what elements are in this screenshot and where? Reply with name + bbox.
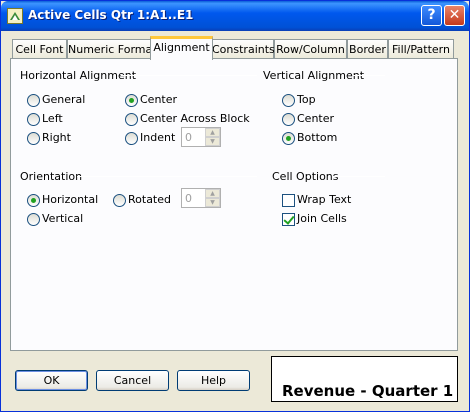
radio-left-label[interactable]: Left [42,112,63,125]
radio-center-label[interactable]: Center [140,93,177,106]
cell-options-label: Cell Options [272,170,339,183]
vertical-alignment-divider [353,75,385,76]
indent-spinner[interactable]: 0 ▲ ▼ [181,127,221,147]
horizontal-alignment-label: Horizontal Alignment [20,69,137,82]
radio-horizontal[interactable] [27,194,40,207]
wrap-text-label[interactable]: Wrap Text [297,193,351,206]
tab-alignment[interactable]: Alignment [150,36,213,60]
preview-text: Revenue - Quarter 1 [282,382,454,400]
orientation-divider [77,176,257,177]
close-button[interactable]: ✕ [444,5,465,26]
tab-border[interactable]: Border [347,39,388,59]
spin-up-icon[interactable]: ▲ [205,128,220,137]
help-titlebar-button[interactable]: ? [421,5,442,26]
radio-indent-label[interactable]: Indent [140,131,175,144]
radio-vertical[interactable] [27,213,40,226]
tab-fill-pattern[interactable]: Fill/Pattern [388,39,454,59]
radio-rotated-label[interactable]: Rotated [128,193,171,206]
dialog-window: Active Cells Qtr 1:A1..E1 ? ✕ Cell Font … [0,0,470,412]
indent-value: 0 [185,131,192,144]
close-icon: ✕ [448,7,461,23]
horizontal-alignment-divider [121,75,257,76]
window-title: Active Cells Qtr 1:A1..E1 [28,8,194,22]
radio-rotated[interactable] [113,194,126,207]
radio-center[interactable] [125,94,138,107]
radio-general-label[interactable]: General [42,93,85,106]
radio-top-label[interactable]: Top [297,93,316,106]
radio-bottom-label[interactable]: Bottom [297,131,337,144]
tab-row-column[interactable]: Row/Column [274,39,347,59]
spin-up-icon[interactable]: ▲ [205,189,220,198]
radio-bottom[interactable] [282,132,295,145]
radio-top[interactable] [282,94,295,107]
radio-vcenter[interactable] [282,113,295,126]
alignment-preview: Revenue - Quarter 1 [271,356,458,402]
radio-center-across-block[interactable] [125,113,138,126]
cell-options-divider [333,176,385,177]
radio-center-across-block-label[interactable]: Center Across Block [140,112,250,125]
radio-vcenter-label[interactable]: Center [297,112,334,125]
radio-right-label[interactable]: Right [42,131,71,144]
question-icon: ? [427,7,436,23]
title-bar[interactable]: Active Cells Qtr 1:A1..E1 ? ✕ [1,1,469,31]
tab-constraints[interactable]: Constraints [211,39,275,59]
join-cells-checkbox[interactable] [282,213,295,226]
rotated-value: 0 [185,192,192,205]
wrap-text-checkbox[interactable] [282,194,295,207]
ok-button[interactable]: OK [15,370,88,391]
spin-down-icon[interactable]: ▼ [205,137,220,146]
spin-down-icon[interactable]: ▼ [205,198,220,207]
radio-right[interactable] [27,132,40,145]
vertical-alignment-label: Vertical Alignment [263,69,365,82]
radio-left[interactable] [27,113,40,126]
join-cells-label[interactable]: Join Cells [297,212,347,225]
app-icon [7,8,23,24]
radio-vertical-label[interactable]: Vertical [42,212,83,225]
help-button[interactable]: Help [177,370,250,391]
radio-horizontal-label[interactable]: Horizontal [42,193,98,206]
tab-numeric-format[interactable]: Numeric Format [67,39,157,59]
orientation-label: Orientation [20,170,83,183]
radio-indent[interactable] [125,132,138,145]
rotated-spinner[interactable]: 0 ▲ ▼ [181,188,221,208]
cancel-button[interactable]: Cancel [96,370,169,391]
tab-cell-font[interactable]: Cell Font [12,39,67,59]
radio-general[interactable] [27,94,40,107]
